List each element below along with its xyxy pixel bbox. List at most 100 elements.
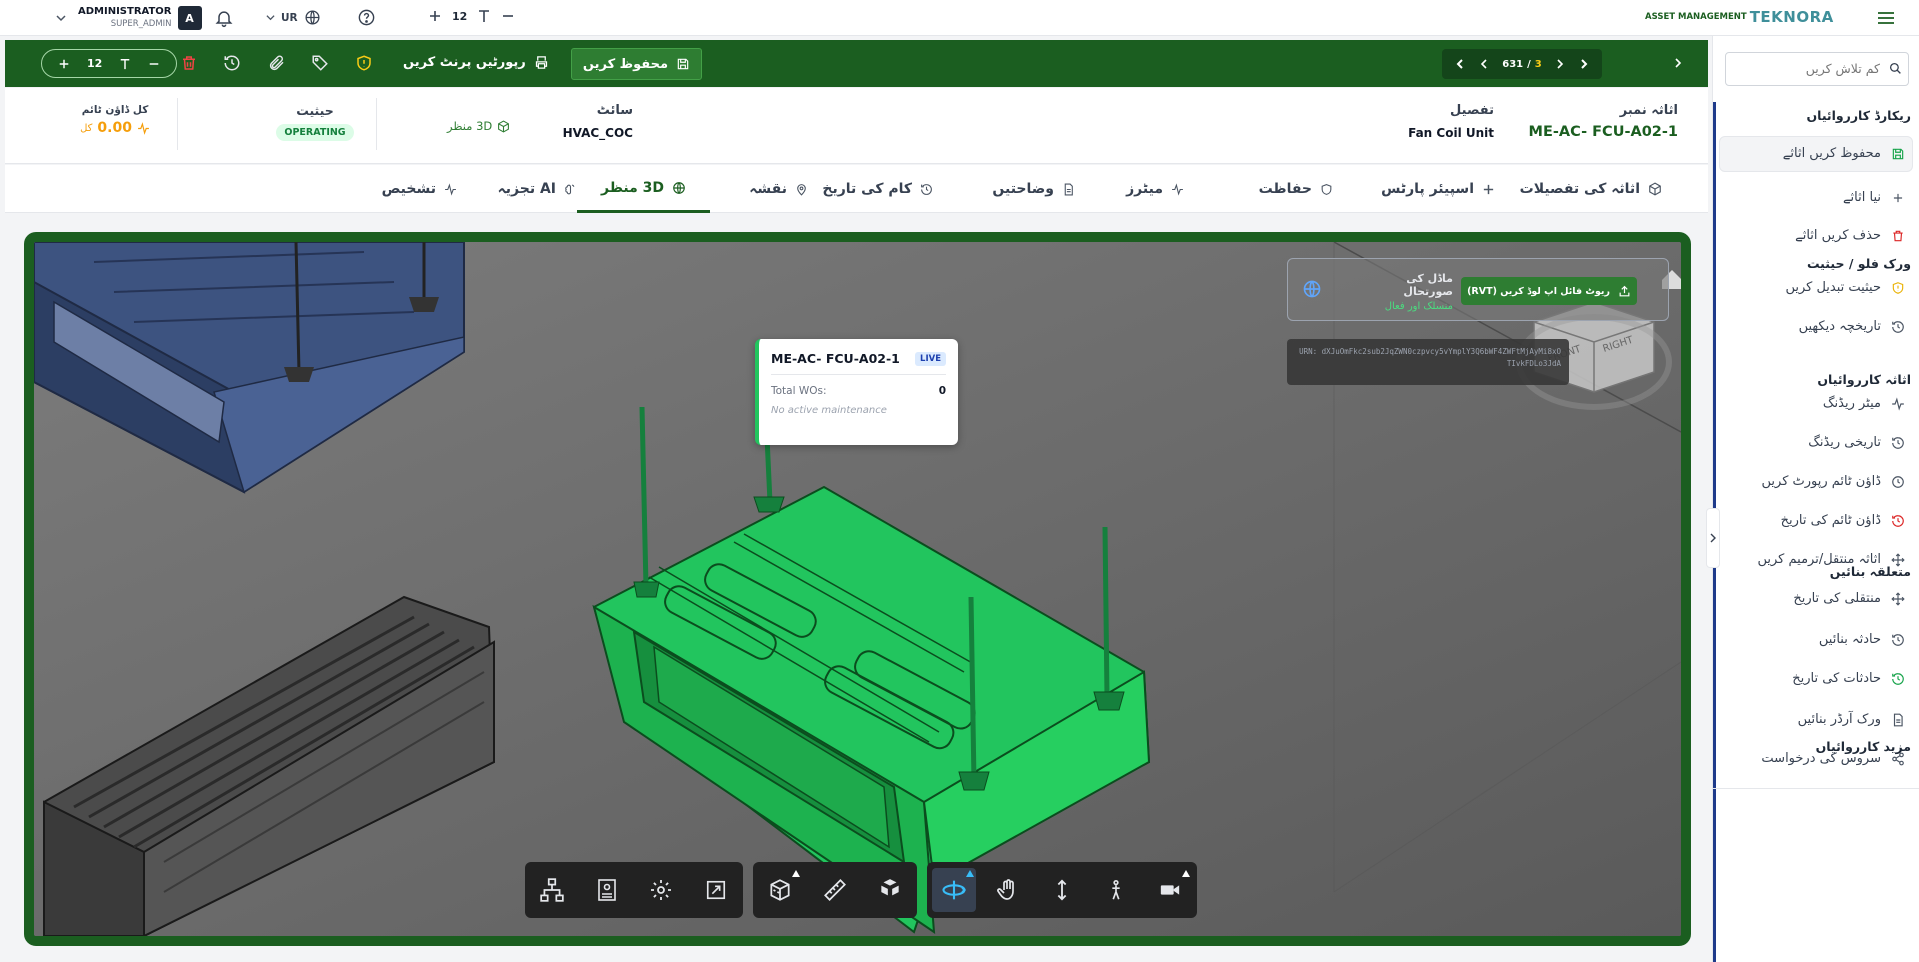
attachment-icon[interactable] [268, 54, 286, 72]
history-icon[interactable] [223, 54, 241, 72]
shield-icon[interactable] [355, 54, 373, 72]
site-label: سائٹ [596, 103, 633, 118]
sidebar-item[interactable]: تاریخچہ دیکھیں [1799, 319, 1905, 334]
tab-meters[interactable]: میٹرز [1126, 165, 1184, 213]
sidebar-item[interactable]: حادثہ بنائیں [1819, 632, 1905, 647]
search-input[interactable] [1726, 53, 1886, 83]
sidebar-item-label: محفوظ کریں اثاثے [1782, 146, 1881, 161]
sidebar-item[interactable]: تاریخی ریڈنگ [1808, 435, 1905, 450]
sidebar-item-label: حیثیت تبدیل کریں [1785, 280, 1881, 295]
sidebar-item[interactable]: حذف کریں اثاثے [1795, 228, 1905, 243]
tab-asset-details[interactable]: اثاثہ کی تفصیلات [1520, 165, 1662, 213]
sidebar-item[interactable]: ورک آرڈر بنائیں [1798, 712, 1905, 727]
font-size-value: 12 [452, 9, 468, 23]
sidebar-item[interactable]: حیثیت تبدیل کریں [1785, 280, 1905, 295]
previous-record-icon[interactable] [1478, 58, 1490, 70]
sidebar: ریکارڈ کارروائیاں محفوظ کریں اثاثے نیا ا… [1706, 36, 1919, 962]
asset-info-bar: اثاثہ نمبر ME-AC- FCU-A02-1 تفصیل Fan Co… [5, 88, 1708, 164]
status-label: حیثیت [296, 103, 334, 118]
sidebar-item[interactable]: منتقلی کی تاریخ [1793, 591, 1905, 606]
sidebar-section-title: مزید کارروائیاں [1815, 739, 1911, 754]
camera-icon[interactable] [1148, 868, 1192, 912]
tag-icon[interactable] [311, 54, 329, 72]
user-menu[interactable]: ADMINISTRATOR SUPER_ADMIN A [56, 5, 202, 31]
settings-icon[interactable] [639, 868, 683, 912]
plus-icon[interactable] [58, 58, 70, 70]
sidebar-item[interactable]: ڈاؤن ٹائم کی تاریخ [1781, 513, 1905, 528]
bell-icon[interactable] [214, 8, 234, 28]
sidebar-item[interactable]: میٹر ریڈنگ [1823, 396, 1905, 411]
font-size-controls: 12 [428, 9, 515, 23]
shield-icon [1891, 281, 1905, 295]
fullscreen-icon[interactable] [694, 868, 738, 912]
print-reports-button[interactable]: رپورٹیں پرنٹ کریں [403, 55, 549, 70]
tab-3d-view[interactable]: 3D منظر [577, 165, 710, 213]
description-value: Fan Coil Unit [1408, 126, 1494, 140]
top-bar: ADMINISTRATOR SUPER_ADMIN A UR 12 ASSET … [0, 0, 1919, 36]
tab-diagnosis[interactable]: تشخیص [382, 165, 457, 213]
tab-label: 3D منظر [601, 179, 664, 196]
orbit-icon[interactable] [932, 868, 976, 912]
plus-icon [1891, 191, 1905, 205]
collapse-panel-icon[interactable] [1672, 56, 1684, 70]
sidebar-collapse-handle[interactable] [1706, 508, 1720, 568]
search-box[interactable] [1725, 52, 1909, 86]
sidebar-item[interactable]: حادثات کی تاریخ [1792, 671, 1905, 686]
sidebar-section-title: اثاثہ کارروائیاں [1817, 372, 1911, 387]
clock-icon [1891, 475, 1905, 489]
help-icon[interactable] [357, 8, 376, 27]
chevron-down-icon[interactable] [56, 13, 66, 23]
next-record-icon[interactable] [1554, 58, 1566, 70]
model-browser-icon[interactable] [530, 868, 574, 912]
plus-icon [1482, 183, 1495, 196]
measure-icon[interactable] [813, 868, 857, 912]
history-icon [1891, 672, 1905, 686]
language-selector[interactable]: UR [266, 9, 321, 26]
tab-map[interactable]: نقشہ [749, 165, 808, 213]
pan-icon[interactable] [986, 868, 1030, 912]
tab-spare-parts[interactable]: اسپیئر پارٹس [1381, 165, 1495, 213]
upload-label: ریوٹ فائل اپ لوڈ کریں (RVT) [1467, 285, 1610, 297]
document-icon [1062, 183, 1075, 196]
properties-icon[interactable] [585, 868, 629, 912]
model-status-value: منسلک اور فعال [1384, 301, 1453, 312]
chevron-right-icon [1710, 533, 1716, 543]
minus-icon[interactable] [501, 9, 515, 23]
walk-icon[interactable] [1094, 868, 1138, 912]
upload-rvt-button[interactable]: ریوٹ فائل اپ لوڈ کریں (RVT) [1461, 277, 1637, 305]
printer-icon [534, 55, 549, 70]
urn-text: URN: dXJuOmFkc2sub2JqZWN0czpvcy5vYmplY3Q… [1299, 347, 1561, 368]
trash-icon[interactable] [180, 54, 198, 72]
explode-icon[interactable] [868, 868, 912, 912]
tab-descriptions[interactable]: وضاحتیں [992, 165, 1075, 213]
section-icon[interactable] [758, 868, 802, 912]
sidebar-item[interactable]: ڈاؤن ٹائم رپورٹ کریں [1762, 474, 1905, 489]
document-icon [1891, 713, 1905, 727]
model-status-label: ماڈل کی صورتحال [1403, 272, 1453, 298]
zoom-icon[interactable] [1040, 868, 1084, 912]
tab-ai-analysis[interactable]: AI تجزیہ [498, 165, 577, 213]
live-badge: LIVE [915, 351, 946, 366]
sidebar-item[interactable]: نیا اثاثے [1843, 190, 1905, 205]
menu-icon[interactable] [1876, 8, 1896, 28]
tab-bar: اثاثہ کی تفصیلات اسپیئر پارٹس حفاظت میٹر… [5, 165, 1708, 213]
globe-icon[interactable] [1302, 279, 1322, 299]
plus-icon[interactable] [428, 9, 442, 23]
tab-label: کام کی تاریخ [822, 181, 912, 197]
asset-number: ME-AC- FCU-A02-1 [1528, 124, 1678, 140]
last-record-icon[interactable] [1578, 58, 1590, 70]
save-button[interactable]: محفوظ کریں [571, 48, 702, 80]
sidebar-item[interactable]: محفوظ کریں اثاثے [1783, 146, 1905, 161]
sidebar-item-label: حادثات کی تاریخ [1792, 671, 1881, 686]
tab-work-history[interactable]: کام کی تاریخ [822, 165, 933, 213]
view-3d-link[interactable]: 3D منظر [447, 119, 510, 133]
minus-icon[interactable] [148, 58, 160, 70]
globe-icon [672, 181, 686, 195]
user-name: ADMINISTRATOR [78, 6, 172, 17]
avatar[interactable]: A [177, 6, 202, 30]
tab-safety[interactable]: حفاظت [1259, 165, 1333, 213]
brand-logo[interactable]: ASSET MANAGEMENT TEKNORA [1645, 8, 1834, 26]
3d-viewer[interactable]: FRONT RIGHT ریوٹ فائل اپ لوڈ کریں (RVT) … [24, 232, 1691, 946]
first-record-icon[interactable] [1454, 58, 1466, 70]
divider [1713, 788, 1919, 789]
